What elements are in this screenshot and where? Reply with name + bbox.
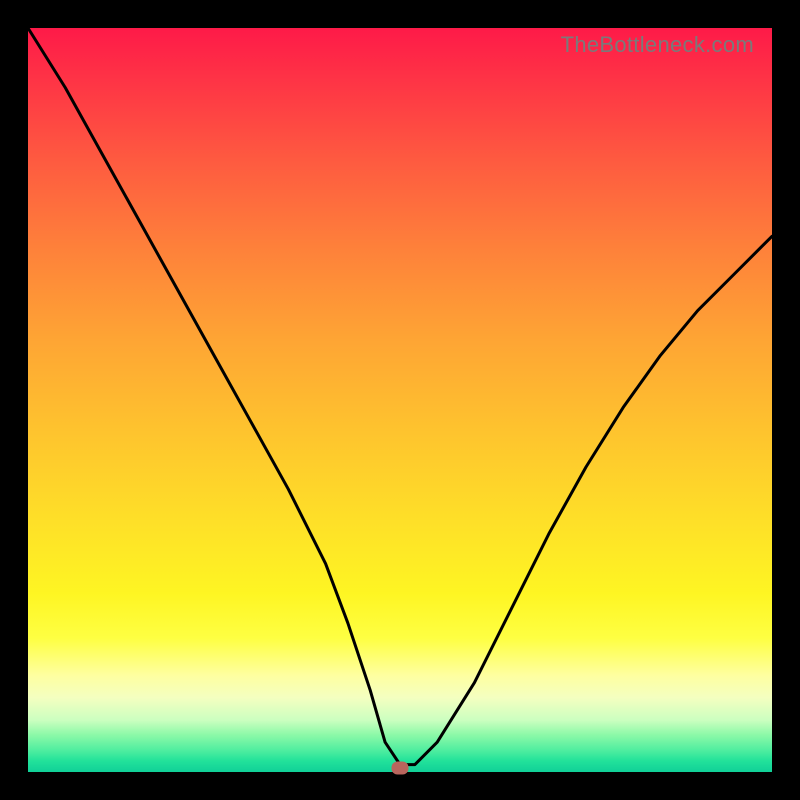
plot-area: TheBottleneck.com	[28, 28, 772, 772]
chart-frame: TheBottleneck.com	[0, 0, 800, 800]
bottleneck-marker	[392, 762, 409, 775]
bottleneck-curve	[28, 28, 772, 772]
